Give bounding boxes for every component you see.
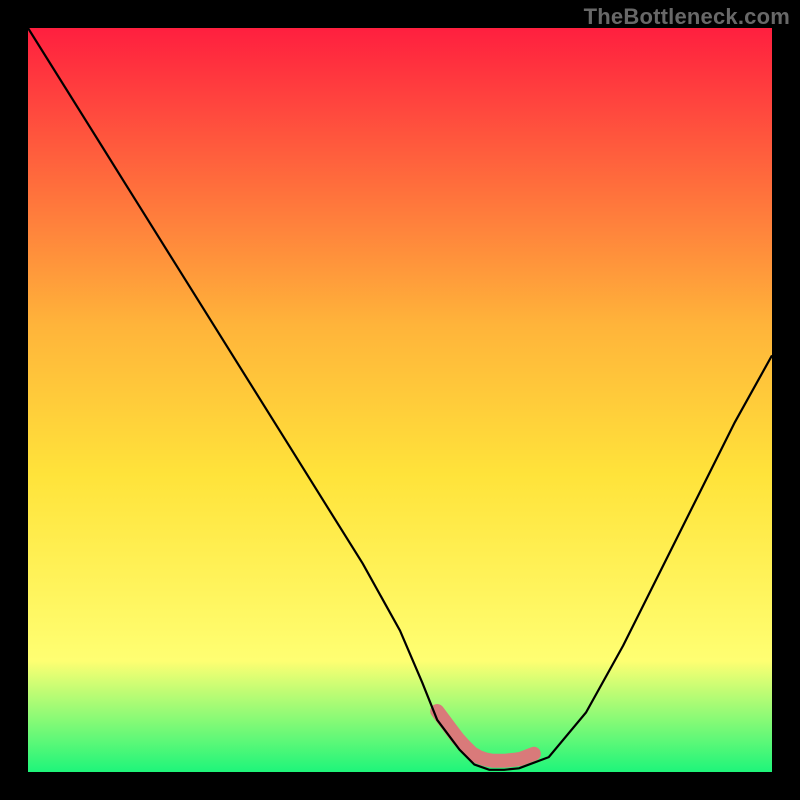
watermark-text: TheBottleneck.com (584, 4, 790, 30)
chart-frame: TheBottleneck.com (0, 0, 800, 800)
plot-area (28, 28, 772, 772)
bottleneck-curve-chart (28, 28, 772, 772)
gradient-background (28, 28, 772, 772)
